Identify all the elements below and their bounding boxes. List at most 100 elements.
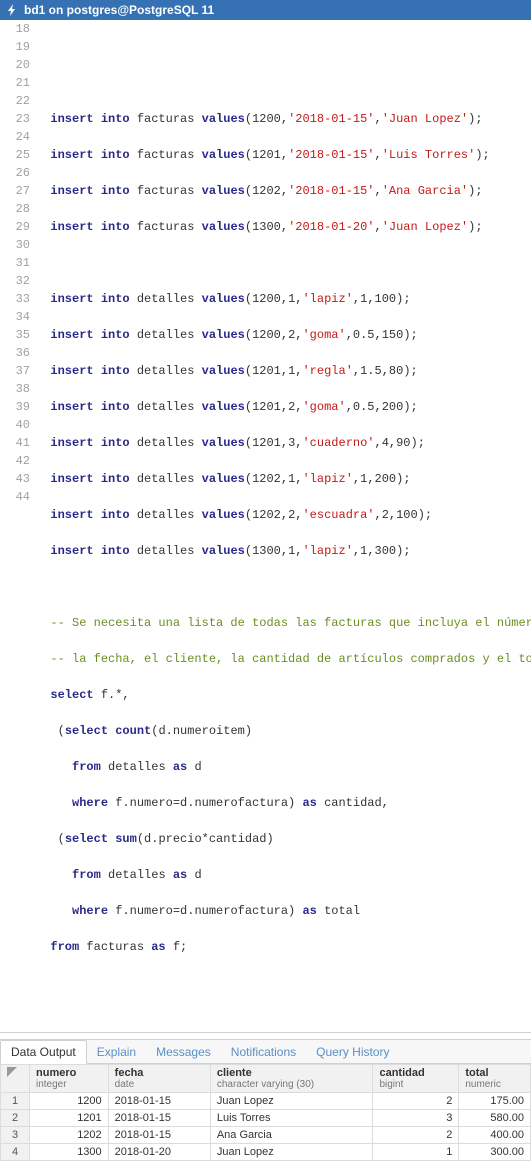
tab-messages[interactable]: Messages [146, 1041, 221, 1063]
line-number: 23 [2, 110, 30, 128]
code-line: insert into detalles values(1201,3,'cuad… [36, 434, 527, 452]
output-tabs: Data Output Explain Messages Notificatio… [0, 1040, 531, 1064]
tab-explain[interactable]: Explain [87, 1041, 146, 1063]
code-line: insert into detalles values(1201,2,'goma… [36, 398, 527, 416]
cell-fecha[interactable]: 2018-01-20 [108, 1144, 210, 1161]
cell-cliente[interactable]: Juan Lopez [210, 1144, 373, 1161]
editor-tab-header: bd1 on postgres@PostgreSQL 11 [0, 0, 531, 20]
col-header-fecha[interactable]: fechadate [108, 1065, 210, 1093]
row-number[interactable]: 3 [1, 1127, 30, 1144]
code-line: insert into facturas values(1202,'2018-0… [36, 182, 527, 200]
col-header-cliente[interactable]: clientecharacter varying (30) [210, 1065, 373, 1093]
cell-cantidad[interactable]: 2 [373, 1093, 459, 1110]
code-line: insert into detalles values(1202,1,'lapi… [36, 470, 527, 488]
cell-numero[interactable]: 1200 [30, 1093, 109, 1110]
row-header-corner[interactable] [1, 1065, 30, 1093]
code-line: -- Se necesita una lista de todas las fa… [36, 614, 527, 632]
line-number: 26 [2, 164, 30, 182]
line-number: 41 [2, 434, 30, 452]
table-row[interactable]: 312022018-01-15Ana Garcia2400.00 [1, 1127, 531, 1144]
code-line: insert into facturas values(1200,'2018-0… [36, 110, 527, 128]
cell-cliente[interactable]: Ana Garcia [210, 1127, 373, 1144]
tab-query-history[interactable]: Query History [306, 1041, 399, 1063]
line-number: 29 [2, 218, 30, 236]
cell-numero[interactable]: 1300 [30, 1144, 109, 1161]
sql-editor[interactable]: 1819202122232425262728293031323334353637… [0, 20, 531, 1033]
editor-tab-title: bd1 on postgres@PostgreSQL 11 [24, 3, 214, 17]
cell-numero[interactable]: 1201 [30, 1110, 109, 1127]
cell-cantidad[interactable]: 3 [373, 1110, 459, 1127]
code-line [36, 254, 527, 272]
line-number: 19 [2, 38, 30, 56]
cell-numero[interactable]: 1202 [30, 1127, 109, 1144]
code-line: select f.*, [36, 686, 527, 704]
line-number: 31 [2, 254, 30, 272]
line-number: 33 [2, 290, 30, 308]
code-line [36, 38, 527, 56]
code-line [36, 974, 527, 992]
cell-total[interactable]: 300.00 [459, 1144, 531, 1161]
line-number: 28 [2, 200, 30, 218]
cell-fecha[interactable]: 2018-01-15 [108, 1127, 210, 1144]
table-row[interactable]: 413002018-01-20Juan Lopez1300.00 [1, 1144, 531, 1161]
line-gutter: 1819202122232425262728293031323334353637… [0, 20, 36, 1032]
line-number: 32 [2, 272, 30, 290]
cell-total[interactable]: 400.00 [459, 1127, 531, 1144]
cell-cantidad[interactable]: 2 [373, 1127, 459, 1144]
line-number: 30 [2, 236, 30, 254]
line-number: 21 [2, 74, 30, 92]
line-number: 35 [2, 326, 30, 344]
code-line: from facturas as f; [36, 938, 527, 956]
col-header-numero[interactable]: numerointeger [30, 1065, 109, 1093]
line-number: 44 [2, 488, 30, 506]
code-line: insert into detalles values(1300,1,'lapi… [36, 542, 527, 560]
line-number: 18 [2, 20, 30, 38]
cell-total[interactable]: 175.00 [459, 1093, 531, 1110]
code-line [36, 74, 527, 92]
line-number: 42 [2, 452, 30, 470]
tab-notifications[interactable]: Notifications [221, 1041, 306, 1063]
code-line [36, 578, 527, 596]
code-area[interactable]: insert into facturas values(1200,'2018-0… [36, 20, 531, 1032]
code-line: (select count(d.numeroitem) [36, 722, 527, 740]
code-line: from detalles as d [36, 866, 527, 884]
line-number: 24 [2, 128, 30, 146]
result-grid[interactable]: numerointeger fechadate clientecharacter… [0, 1064, 531, 1161]
line-number: 39 [2, 398, 30, 416]
cell-fecha[interactable]: 2018-01-15 [108, 1110, 210, 1127]
code-line: insert into detalles values(1202,2,'escu… [36, 506, 527, 524]
code-line: where f.numero=d.numerofactura) as total [36, 902, 527, 920]
code-line: insert into detalles values(1201,1,'regl… [36, 362, 527, 380]
code-line: -- la fecha, el cliente, la cantidad de … [36, 650, 527, 668]
line-number: 34 [2, 308, 30, 326]
line-number: 40 [2, 416, 30, 434]
line-number: 25 [2, 146, 30, 164]
line-number: 27 [2, 182, 30, 200]
line-number: 37 [2, 362, 30, 380]
row-number[interactable]: 4 [1, 1144, 30, 1161]
tab-data-output[interactable]: Data Output [0, 1040, 87, 1064]
col-header-cantidad[interactable]: cantidadbigint [373, 1065, 459, 1093]
row-number[interactable]: 1 [1, 1093, 30, 1110]
code-line: insert into facturas values(1201,'2018-0… [36, 146, 527, 164]
line-number: 43 [2, 470, 30, 488]
cell-cliente[interactable]: Luis Torres [210, 1110, 373, 1127]
code-line: insert into detalles values(1200,1,'lapi… [36, 290, 527, 308]
code-line: from detalles as d [36, 758, 527, 776]
code-line: (select sum(d.precio*cantidad) [36, 830, 527, 848]
flash-icon [4, 2, 20, 18]
code-line: insert into detalles values(1200,2,'goma… [36, 326, 527, 344]
table-row[interactable]: 112002018-01-15Juan Lopez2175.00 [1, 1093, 531, 1110]
code-line: insert into facturas values(1300,'2018-0… [36, 218, 527, 236]
cell-fecha[interactable]: 2018-01-15 [108, 1093, 210, 1110]
code-line: where f.numero=d.numerofactura) as canti… [36, 794, 527, 812]
output-panel: Data Output Explain Messages Notificatio… [0, 1039, 531, 1161]
line-number: 22 [2, 92, 30, 110]
table-row[interactable]: 212012018-01-15Luis Torres3580.00 [1, 1110, 531, 1127]
cell-cantidad[interactable]: 1 [373, 1144, 459, 1161]
cell-total[interactable]: 580.00 [459, 1110, 531, 1127]
cell-cliente[interactable]: Juan Lopez [210, 1093, 373, 1110]
select-all-icon [7, 1067, 17, 1077]
col-header-total[interactable]: totalnumeric [459, 1065, 531, 1093]
row-number[interactable]: 2 [1, 1110, 30, 1127]
